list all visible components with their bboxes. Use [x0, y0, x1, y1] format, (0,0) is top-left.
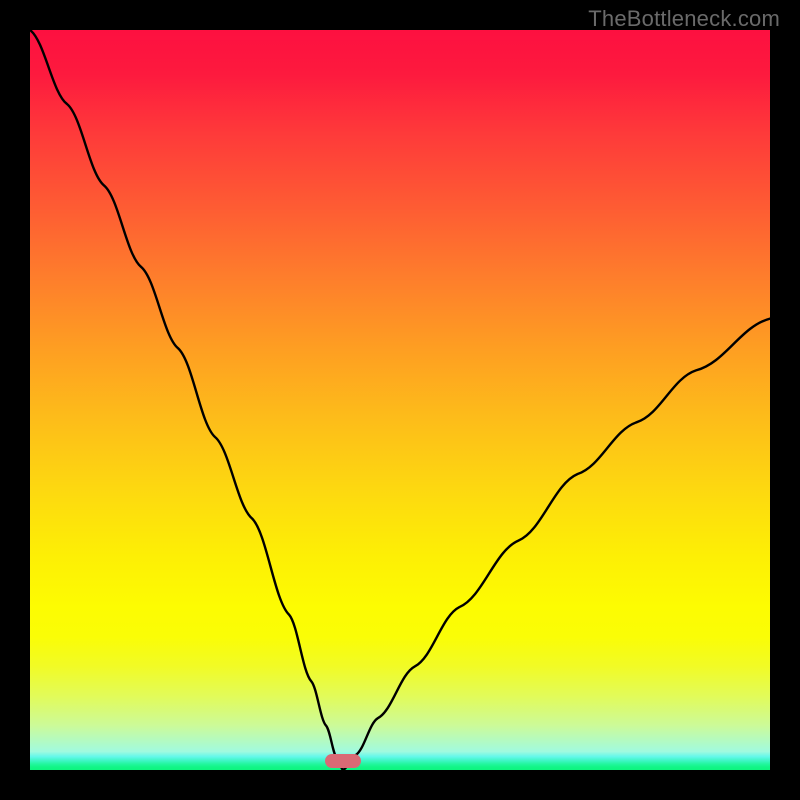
optimal-marker	[325, 754, 361, 768]
chart-frame: TheBottleneck.com	[0, 0, 800, 800]
watermark-text: TheBottleneck.com	[588, 6, 780, 32]
plot-area	[30, 30, 770, 770]
curve-right-branch	[343, 319, 770, 770]
curve-left-branch	[30, 30, 343, 770]
bottleneck-curve	[30, 30, 770, 770]
